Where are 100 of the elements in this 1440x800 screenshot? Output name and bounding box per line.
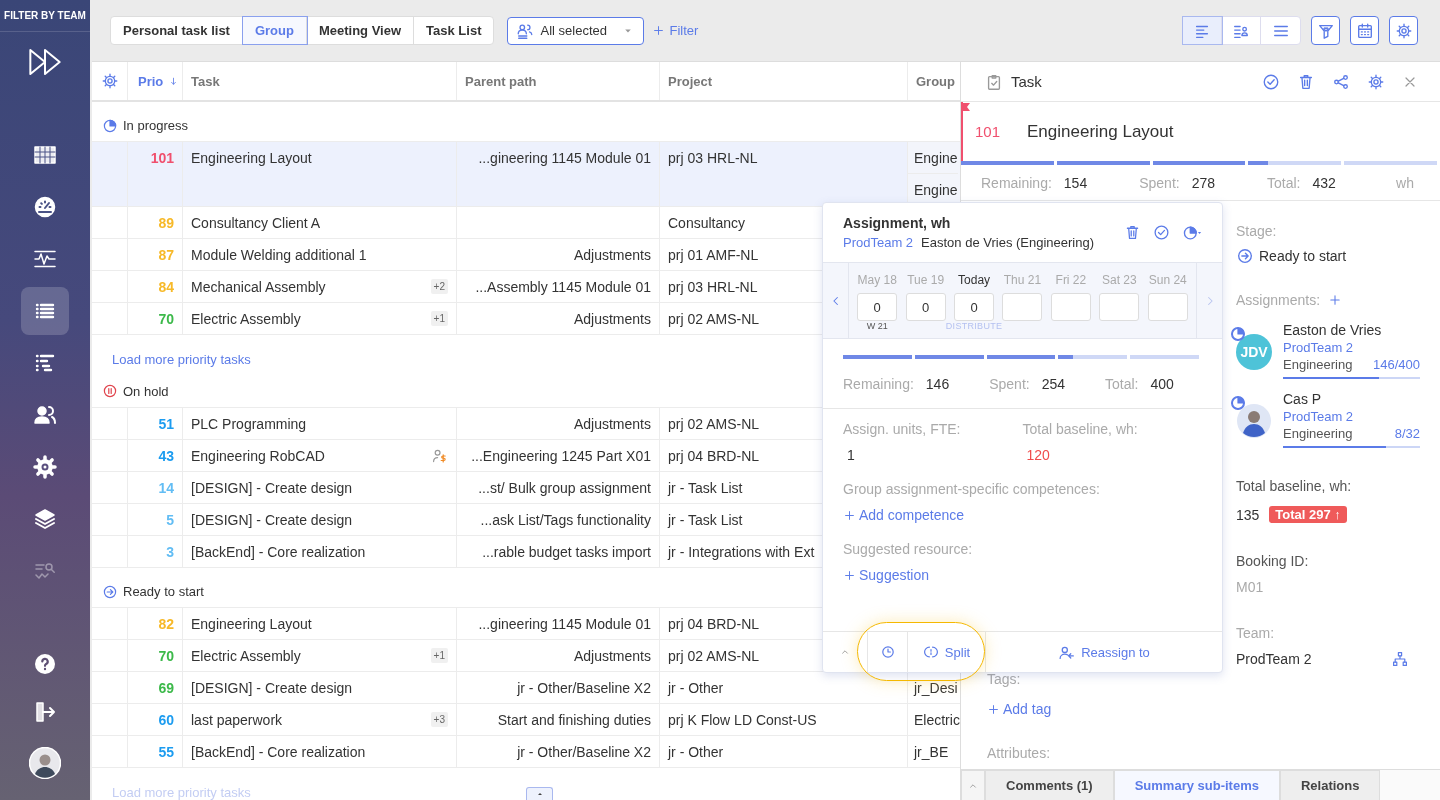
task-list-button[interactable]: [21, 287, 69, 335]
settings-icon[interactable]: [1367, 72, 1385, 91]
task-name[interactable]: [BackEnd] - Core realization: [191, 743, 448, 760]
table-cell: Engine: [908, 142, 958, 174]
priority-cell: 69: [128, 672, 183, 703]
task-name[interactable]: [DESIGN] - Create design: [191, 511, 448, 528]
task-name[interactable]: Electric Assembly: [191, 647, 425, 664]
panel-tab[interactable]: Comments (1): [985, 770, 1114, 800]
task-name[interactable]: Consultancy Client A: [191, 214, 448, 231]
settings-button[interactable]: [1389, 16, 1418, 45]
task-name[interactable]: Engineering Layout: [191, 615, 448, 632]
add-tag-link[interactable]: Add tag: [987, 701, 1236, 717]
person-name: Easton de Vries (Engineering): [921, 235, 1095, 250]
complete-icon[interactable]: [1153, 224, 1170, 241]
task-title: Engineering Layout: [1027, 121, 1174, 142]
stage-value[interactable]: Ready to start: [1236, 247, 1420, 265]
field-value: 135: [1236, 506, 1260, 523]
plus-icon: [843, 568, 856, 582]
team-dropdown[interactable]: All selected: [507, 16, 645, 45]
table-cell: Adjustments: [457, 239, 660, 270]
table-cell: Adjustments: [457, 408, 660, 439]
people-icon: [516, 21, 535, 40]
table-cell: Adjustments: [457, 640, 660, 671]
field-label: Team:: [1236, 625, 1276, 641]
complete-icon[interactable]: [1262, 72, 1280, 91]
team-link[interactable]: ProdTeam 2: [1283, 409, 1420, 424]
calendar-button[interactable]: [1350, 16, 1379, 45]
split-button[interactable]: Split: [908, 632, 986, 672]
hours-field[interactable]: 0: [954, 293, 995, 321]
column-header[interactable]: Project: [660, 62, 908, 100]
column-header[interactable]: Group: [908, 62, 960, 100]
count-badge: +1: [430, 311, 448, 326]
table-cell-text: jr_BE: [912, 743, 950, 762]
panel-tab[interactable]: Relations: [1279, 770, 1381, 800]
reassign-button[interactable]: Reassign to: [986, 632, 1222, 672]
avatar[interactable]: [29, 747, 61, 779]
history-button[interactable]: [867, 632, 908, 672]
delete-icon[interactable]: [1124, 224, 1141, 241]
table-cell: ...gineering 1145 Module 01: [457, 608, 660, 639]
task-name[interactable]: PLC Programming: [191, 415, 448, 432]
field-label: Tags:: [987, 671, 1022, 687]
hours-field[interactable]: [1002, 293, 1043, 321]
task-name[interactable]: Engineering RobCAD: [191, 447, 426, 464]
team-filter-link[interactable]: FILTER BY TEAM: [0, 0, 90, 32]
hours-field[interactable]: 0: [905, 293, 946, 321]
view-mode-button[interactable]: [1183, 17, 1222, 44]
field-value: 1: [847, 447, 856, 463]
load-more-link[interactable]: Load more priority tasks: [112, 352, 251, 367]
table-cell: ...gineering 1145 Module 01: [457, 142, 660, 206]
share-icon[interactable]: [1332, 72, 1350, 91]
table-cell: Adjustments: [457, 303, 660, 334]
hierarchy-icon[interactable]: [1392, 651, 1408, 667]
view-tab[interactable]: Task List: [414, 17, 494, 44]
column-header[interactable]: Task: [183, 62, 457, 100]
role-label: Engineering: [1283, 426, 1353, 441]
selected-row[interactable]: 101 Engineering Layout ...gineering 1145 Module 01 prj 03 HRL-NL Engine Engine: [92, 142, 960, 207]
task-name[interactable]: [BackEnd] - Core realization: [191, 543, 448, 560]
plus-icon: [652, 24, 666, 37]
stat-label: Spent:: [1139, 174, 1180, 191]
settings-icon[interactable]: [100, 72, 119, 90]
person-name: Easton de Vries: [1283, 322, 1383, 338]
priority-cell: 5: [128, 504, 183, 535]
stat-value: 146: [925, 376, 950, 392]
hours-field[interactable]: [1050, 293, 1091, 321]
task-name[interactable]: Engineering Layout: [191, 150, 448, 166]
task-name[interactable]: last paperwork: [191, 711, 425, 728]
priority-cell: 43: [128, 440, 183, 471]
team-link[interactable]: ProdTeam 2: [1283, 340, 1420, 355]
filter-button[interactable]: [1311, 16, 1340, 45]
priority-cell: 82: [128, 608, 183, 639]
day-label: Thu 21: [1003, 273, 1042, 287]
task-name[interactable]: [DESIGN] - Create design: [191, 479, 448, 496]
column-header[interactable]: Parent path: [457, 62, 660, 100]
priority-cell: 3: [128, 536, 183, 567]
plus-icon: [987, 702, 1000, 716]
panel-tab[interactable]: Summary sub-items: [1113, 770, 1280, 800]
hours-field[interactable]: [1099, 293, 1140, 321]
day-label: Sat 23: [1101, 273, 1137, 287]
task-name[interactable]: Module Welding additional 1: [191, 246, 448, 263]
column-header[interactable]: Prio: [128, 62, 183, 100]
view-tab[interactable]: Group: [242, 17, 307, 44]
field-label: Stage:: [1236, 223, 1278, 239]
view-tab[interactable]: Meeting View: [306, 17, 415, 44]
suggestion-link[interactable]: Suggestion: [843, 567, 1202, 583]
field-value: ProdTeam 2: [1236, 651, 1312, 667]
layers-icon: [33, 507, 57, 531]
calendar-icon: [1355, 21, 1374, 40]
task-name[interactable]: [DESIGN] - Create design: [191, 679, 448, 696]
help-icon: [33, 652, 57, 676]
stat-label: Spent:: [989, 376, 1030, 392]
delete-icon[interactable]: [1297, 72, 1315, 91]
priority-cell: 87: [128, 239, 183, 270]
task-name[interactable]: Mechanical Assembly: [191, 278, 425, 295]
pause-icon: [102, 383, 118, 399]
field-label: Booking ID:: [1236, 553, 1310, 569]
hours-field[interactable]: 0: [857, 293, 898, 321]
hours-field[interactable]: [1147, 293, 1188, 321]
initials-avatar: JDV: [1236, 334, 1272, 370]
task-name[interactable]: Electric Assembly: [191, 310, 425, 327]
table-cell: jr - Other/Baseline X2: [457, 672, 660, 703]
